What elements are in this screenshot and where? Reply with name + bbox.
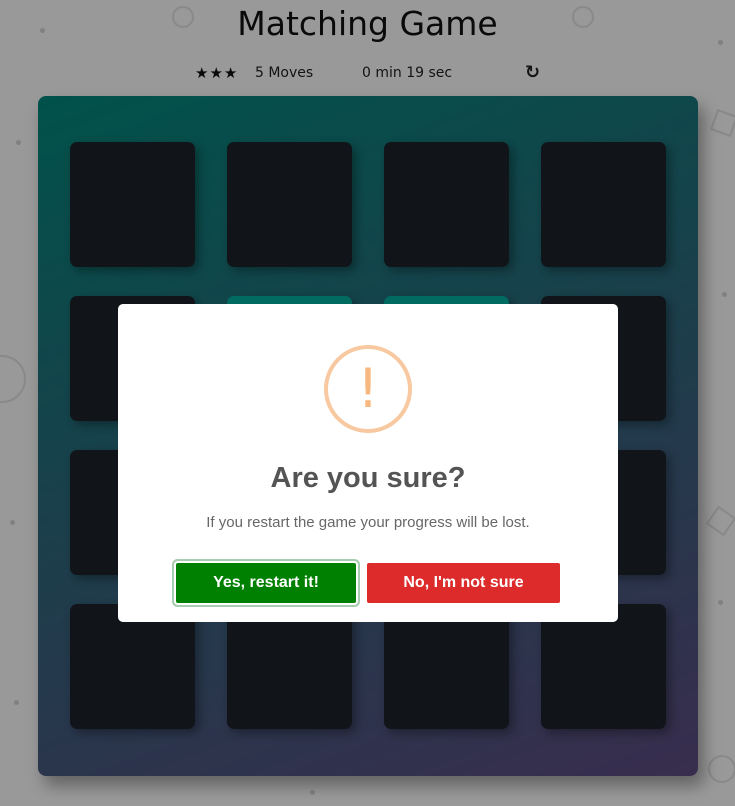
cancel-button[interactable]: No, I'm not sure [367,563,560,603]
confirm-dialog: ! Are you sure? If you restart the game … [118,304,618,622]
dialog-title: Are you sure? [270,462,466,494]
confirm-restart-button[interactable]: Yes, restart it! [176,563,356,603]
exclamation-icon: ! [357,357,379,420]
dialog-message: If you restart the game your progress wi… [206,514,530,531]
warning-icon: ! [324,345,412,433]
